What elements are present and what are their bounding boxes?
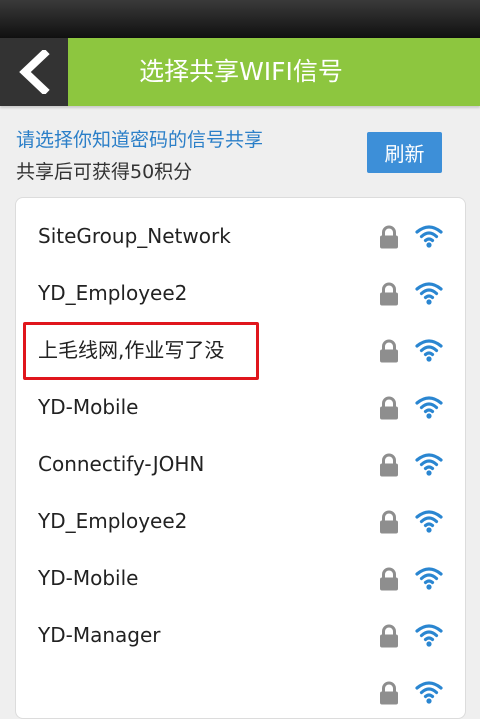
status-bar (0, 0, 480, 38)
wifi-name: YD-Mobile (38, 395, 139, 419)
wifi-signal-icon (415, 508, 443, 534)
refresh-button[interactable]: 刷新 (367, 132, 442, 173)
wifi-row[interactable]: YD-Mobile (16, 379, 465, 436)
wifi-row[interactable] (16, 664, 465, 718)
wifi-signal-icon (415, 337, 443, 363)
lock-icon (378, 681, 400, 705)
page-title: 选择共享WIFI信号 (139, 57, 343, 86)
wifi-name: YD-Mobile (38, 566, 139, 590)
wifi-name: SiteGroup_Network (38, 224, 231, 248)
lock-icon (378, 624, 400, 648)
wifi-signal-icon (415, 451, 443, 477)
wifi-row[interactable]: Connectify-JOHN (16, 436, 465, 493)
wifi-name: YD-Manager (38, 623, 161, 647)
lock-icon (378, 225, 400, 249)
lock-icon (378, 567, 400, 591)
wifi-row[interactable]: YD_Employee2 (16, 493, 465, 550)
wifi-signal-icon (415, 280, 443, 306)
wifi-name: YD_Employee2 (38, 509, 188, 533)
title-bar: 选择共享WIFI信号 (0, 38, 480, 106)
wifi-signal-icon (415, 679, 443, 705)
wifi-signal-icon (415, 622, 443, 648)
wifi-name: YD_Employee2 (38, 281, 188, 305)
wifi-row[interactable]: 上毛线网,作业写了没 (16, 322, 465, 379)
lock-icon (378, 282, 400, 306)
lock-icon (378, 510, 400, 534)
wifi-list: SiteGroup_Network YD_Employee2 上毛线网,作业写了没 Y… (15, 197, 466, 719)
lock-icon (378, 453, 400, 477)
wifi-row[interactable]: YD_Employee2 (16, 265, 465, 322)
share-hint: 请选择你知道密码的信号共享 (16, 129, 264, 151)
wifi-signal-icon (415, 394, 443, 420)
wifi-name: 上毛线网,作业写了没 (38, 338, 225, 362)
wifi-name: Connectify-JOHN (38, 452, 205, 476)
wifi-signal-icon (415, 223, 443, 249)
lock-icon (378, 339, 400, 363)
wifi-row[interactable]: YD-Mobile (16, 550, 465, 607)
points-hint: 共享后可获得50积分 (16, 161, 193, 183)
chevron-left-icon (19, 50, 50, 94)
lock-icon (378, 396, 400, 420)
back-button[interactable] (0, 38, 68, 106)
wifi-row[interactable]: YD-Manager (16, 607, 465, 664)
wifi-signal-icon (415, 565, 443, 591)
wifi-row[interactable]: SiteGroup_Network (16, 208, 465, 265)
